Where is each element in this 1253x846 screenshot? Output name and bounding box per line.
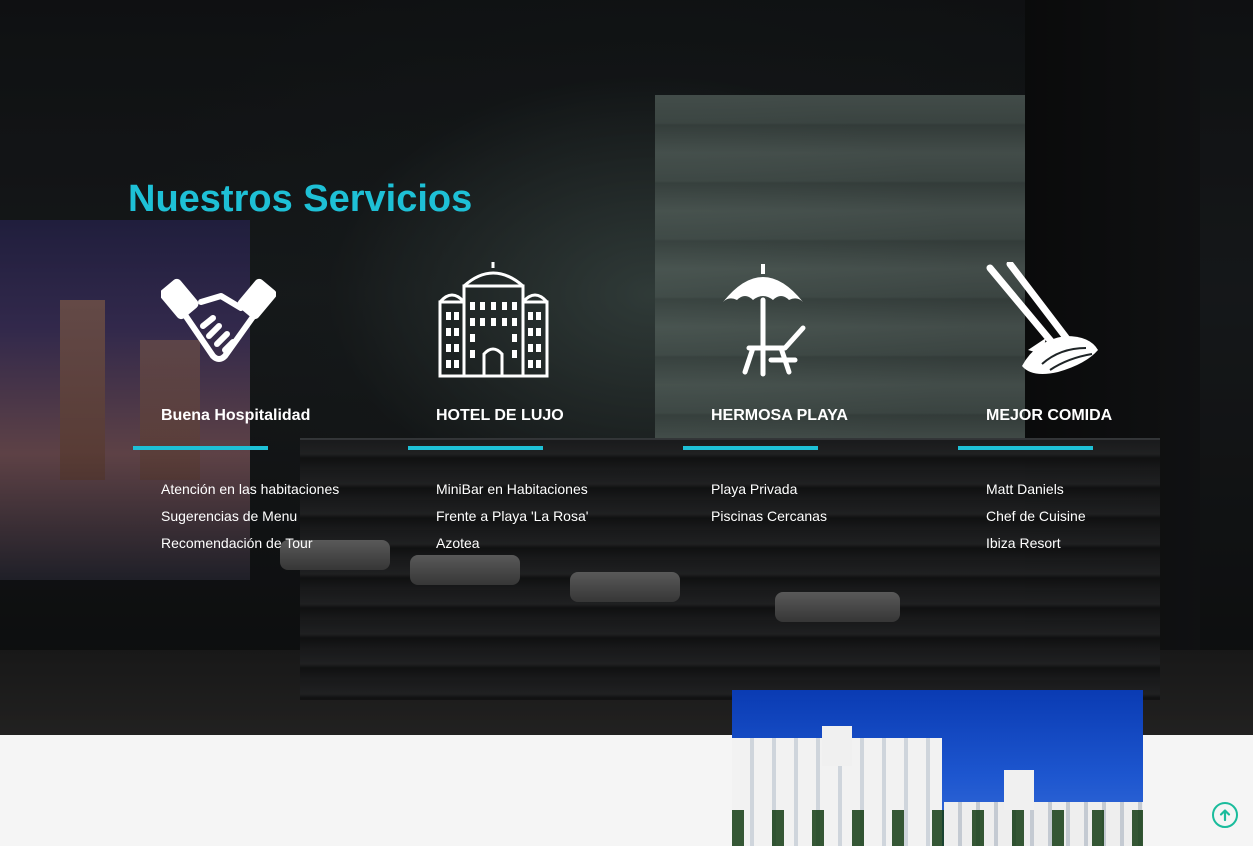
service-feature: Azotea [436, 535, 480, 551]
service-title: HOTEL DE LUJO [436, 407, 564, 424]
title-underline [408, 446, 543, 450]
service-feature-list: Atención en las habitaciones Sugerencias… [161, 476, 339, 557]
service-feature-list: MiniBar en Habitaciones Frente a Playa '… [436, 476, 588, 557]
service-feature: Recomendación de Tour [161, 535, 313, 551]
scroll-to-top-button[interactable] [1212, 802, 1238, 828]
service-feature-list: Matt Daniels Chef de Cuisine Ibiza Resor… [986, 476, 1086, 557]
arrow-up-icon [1219, 809, 1231, 822]
service-feature: Piscinas Cercanas [711, 508, 827, 524]
service-feature-list: Playa Privada Piscinas Cercanas [711, 476, 827, 530]
hotel-building-icon [438, 262, 549, 378]
service-feature: Matt Daniels [986, 481, 1064, 497]
service-feature: Sugerencias de Menu [161, 508, 298, 524]
service-title: MEJOR COMIDA [986, 407, 1113, 424]
section-title: Nuestros Servicios [128, 178, 473, 220]
handshake-icon [161, 278, 276, 362]
beach-umbrella-icon [723, 264, 806, 377]
photo-hotel-tower [822, 726, 852, 766]
service-title: HERMOSA PLAYA [711, 407, 848, 424]
service-feature: MiniBar en Habitaciones [436, 481, 588, 497]
service-feature: Ibiza Resort [986, 535, 1061, 551]
hotel-exterior-photo [732, 690, 1143, 846]
title-underline [683, 446, 818, 450]
photo-palm-trees [732, 810, 1143, 846]
title-underline [958, 446, 1093, 450]
service-feature: Atención en las habitaciones [161, 481, 340, 497]
sushi-chopsticks-icon [986, 262, 1098, 374]
service-feature: Chef de Cuisine [986, 508, 1086, 524]
service-feature: Frente a Playa 'La Rosa' [436, 508, 589, 524]
title-underline [133, 446, 268, 450]
photo-hotel-tower [1004, 770, 1034, 810]
service-title: Buena Hospitalidad [161, 407, 311, 424]
service-feature: Playa Privada [711, 481, 798, 497]
